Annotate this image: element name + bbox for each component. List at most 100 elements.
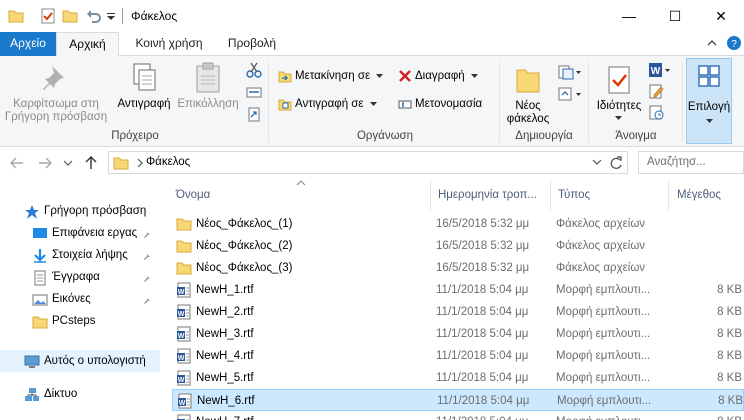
- move-to-button[interactable]: Μετακίνηση σε: [278, 66, 387, 86]
- file-size: 8 KB: [717, 284, 742, 296]
- up-arrow-icon[interactable]: [85, 156, 97, 170]
- svg-text:W: W: [178, 289, 185, 296]
- select-grid-icon: [698, 65, 720, 87]
- paste-label: Επικόλληση: [177, 98, 239, 110]
- delete-button[interactable]: Διαγραφή: [398, 66, 482, 86]
- forward-arrow-icon[interactable]: [38, 157, 52, 169]
- column-header-size[interactable]: Μέγεθος: [677, 180, 721, 210]
- column-header-name[interactable]: Όνομα: [176, 180, 210, 210]
- pin-label: Καρφίτσωμα στη Γρήγορη πρόσβαση: [4, 98, 108, 123]
- refresh-icon[interactable]: [609, 156, 623, 170]
- paste-button[interactable]: Επικόλληση: [176, 62, 240, 111]
- new-item-icon[interactable]: [557, 64, 581, 80]
- rename-button[interactable]: Μετονομασία: [398, 94, 482, 114]
- title-bar: Φάκελος — ☐ ✕: [0, 0, 744, 32]
- edit-icon[interactable]: [648, 83, 666, 99]
- properties-button[interactable]: Ιδιότητες: [592, 64, 646, 126]
- file-type: Μορφή εμπλουτι...: [556, 306, 651, 318]
- tab-home[interactable]: Αρχική: [56, 32, 119, 57]
- folder-icon: [8, 10, 24, 23]
- nav-item-pcsteps[interactable]: PCsteps: [0, 310, 160, 332]
- breadcrumb-chevron-icon[interactable]: [136, 158, 144, 168]
- column-header-type[interactable]: Τύπος: [558, 180, 590, 210]
- column-separator[interactable]: [430, 180, 431, 210]
- new-folder-button[interactable]: Νέος φάκελος: [504, 64, 552, 126]
- copy-to-button[interactable]: Αντιγραφή σε: [278, 94, 381, 114]
- address-bar[interactable]: Φάκελος: [108, 151, 628, 174]
- nav-item-pictures[interactable]: Εικόνες: [0, 288, 160, 310]
- chevron-down-icon: [706, 119, 713, 123]
- select-label: Επιλογή: [687, 101, 731, 113]
- address-dropdown-icon[interactable]: [592, 159, 602, 167]
- recent-locations-icon[interactable]: [63, 159, 73, 167]
- minimize-button[interactable]: —: [606, 0, 652, 32]
- table-row[interactable]: W NewH_3.rtf 11/1/2018 5:04 μμ Μορφή εμπλου…: [172, 323, 744, 345]
- back-arrow-icon[interactable]: [10, 157, 24, 169]
- file-date: 16/5/2018 5:32 μμ: [436, 262, 530, 274]
- group-separator: [682, 62, 683, 142]
- tab-share[interactable]: Κοινή χρήση: [126, 32, 212, 56]
- quick-access-dropdown-icon[interactable]: [106, 8, 116, 24]
- delete-icon: [399, 70, 411, 82]
- ribbon-collapse-icon[interactable]: [707, 37, 717, 49]
- history-icon[interactable]: [648, 104, 666, 120]
- pin-quick-access-button[interactable]: Καρφίτσωμα στη Γρήγορη πρόσβαση: [4, 62, 108, 124]
- tab-view[interactable]: Προβολή: [220, 32, 284, 56]
- move-to-label: Μετακίνηση σε: [295, 70, 371, 82]
- copy-icon: [133, 63, 156, 91]
- table-row[interactable]: W NewH_7.rtf11/1/2018 5:04 μμ Μορφή εμπλου…: [172, 411, 744, 420]
- nav-quick-access-label: Γρήγορη πρόσβαση: [44, 205, 147, 217]
- close-button[interactable]: ✕: [698, 0, 744, 32]
- nav-item-label: Επιφάνεια εργας: [52, 227, 138, 239]
- undo-icon[interactable]: [86, 8, 102, 24]
- cut-icon[interactable]: [246, 62, 262, 78]
- svg-text:W: W: [179, 400, 186, 407]
- copy-path-icon[interactable]: [246, 84, 262, 100]
- file-type: Φάκελος αρχείων: [556, 218, 646, 230]
- downloads-icon: [34, 249, 46, 263]
- file-name: NewH_5.rtf: [196, 372, 254, 384]
- table-row[interactable]: W NewH_1.rtf 11/1/2018 5:04 μμ Μορφή εμπλου…: [172, 279, 744, 301]
- nav-item-documents[interactable]: Έγγραφα: [0, 266, 160, 288]
- file-date: 11/1/2018 5:04 μμ: [436, 284, 529, 296]
- help-icon[interactable]: ?: [726, 35, 742, 51]
- rtf-document-icon: W: [177, 370, 191, 386]
- copy-to-icon: [278, 99, 292, 111]
- maximize-button[interactable]: ☐: [652, 0, 698, 32]
- paste-icon: [196, 62, 220, 93]
- select-button[interactable]: Επιλογή: [686, 58, 732, 144]
- properties-label: Ιδιότητες: [596, 100, 642, 112]
- table-row[interactable]: Νέος_Φάκελος_(3) 16/5/2018 5:32 μμ Φάκελος…: [172, 257, 744, 279]
- breadcrumb-segment[interactable]: Φάκελος: [146, 156, 190, 168]
- nav-item-downloads[interactable]: Στοιχεία λήψης: [0, 244, 160, 266]
- copy-button[interactable]: Αντιγραφή: [114, 62, 174, 111]
- tab-file[interactable]: Αρχείο: [0, 32, 56, 56]
- pictures-icon: [32, 294, 48, 306]
- computer-icon: [24, 355, 40, 368]
- new-folder-quick-icon[interactable]: [62, 8, 78, 24]
- nav-this-pc[interactable]: Αυτός ο υπολογιστή: [0, 350, 160, 372]
- column-separator[interactable]: [550, 180, 551, 210]
- search-box[interactable]: Αναζήτησ...: [638, 151, 744, 174]
- ribbon: Καρφίτσωμα στη Γρήγορη πρόσβαση Αντιγραφ…: [0, 56, 744, 147]
- nav-this-pc-label: Αυτός ο υπολογιστή: [44, 355, 146, 367]
- nav-quick-access[interactable]: Γρήγορη πρόσβαση: [0, 200, 160, 222]
- table-row[interactable]: W NewH_5.rtf 11/1/2018 5:04 μμ Μορφή εμπλου…: [172, 367, 744, 389]
- table-row[interactable]: Νέος_Φάκελος_(1) 16/5/2018 5:32 μμ Φάκελος…: [172, 213, 744, 235]
- column-separator[interactable]: [668, 180, 669, 210]
- column-header-date[interactable]: Ημερομηνία τροπ...: [438, 180, 537, 210]
- table-row[interactable]: Νέος_Φάκελος_(2) 16/5/2018 5:32 μμ Φάκελος…: [172, 235, 744, 257]
- properties-check-icon[interactable]: [40, 8, 56, 24]
- file-list: Όνομα Ημερομηνία τροπ... Τύπος Μέγεθος Ν…: [160, 180, 744, 420]
- table-row[interactable]: W NewH_4.rtf 11/1/2018 5:04 μμ Μορφή εμπλου…: [172, 345, 744, 367]
- copy-to-label: Αντιγραφή σε: [295, 98, 364, 110]
- easy-access-icon[interactable]: [557, 86, 581, 102]
- table-row[interactable]: W NewH_2.rtf 11/1/2018 5:04 μμ Μορφή εμπλου…: [172, 301, 744, 323]
- new-group-label: Δημιουργία: [515, 130, 573, 142]
- open-with-word-icon[interactable]: W: [648, 62, 672, 78]
- nav-item-desktop[interactable]: Επιφάνεια εργας: [0, 222, 160, 244]
- table-row[interactable]: W NewH_6.rtf 11/1/2018 5:04 μμ Μορφή εμπλου…: [172, 389, 744, 411]
- desktop-icon: [33, 228, 47, 238]
- nav-network[interactable]: Δίκτυο: [0, 383, 160, 405]
- paste-shortcut-icon[interactable]: [246, 106, 262, 122]
